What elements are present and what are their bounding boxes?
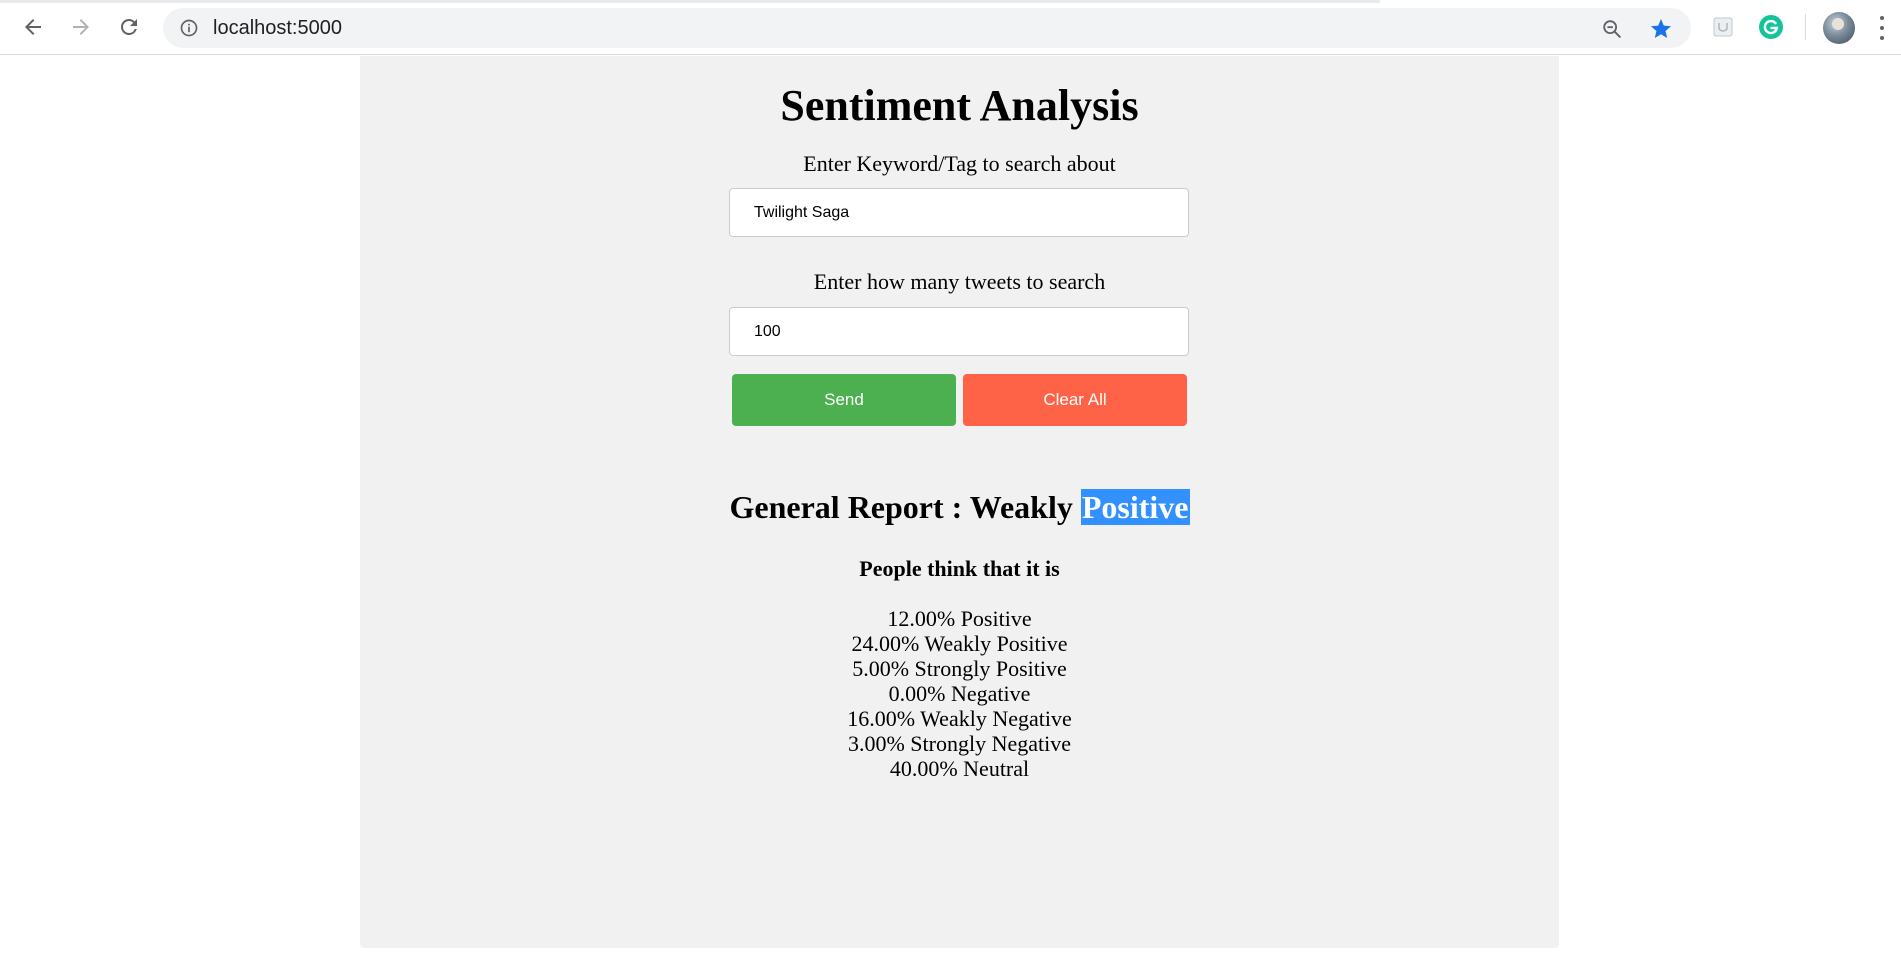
- keyword-label: Enter Keyword/Tag to search about: [803, 151, 1116, 176]
- address-bar[interactable]: localhost:5000: [163, 8, 1691, 48]
- stat-strongly-positive: 5.00% Strongly Positive: [852, 656, 1067, 681]
- general-report-heading: General Report : Weakly Positive: [360, 489, 1559, 526]
- browser-toolbar: localhost:5000: [0, 0, 1901, 55]
- grammarly-icon: [1759, 15, 1783, 39]
- sentiment-stats-list: 12.00% Positive 24.00% Weakly Positive 5…: [360, 606, 1559, 781]
- reload-button[interactable]: [115, 13, 143, 41]
- reload-icon: [121, 19, 137, 35]
- tweet-count-input[interactable]: [729, 307, 1189, 356]
- back-arrow-icon: [25, 19, 41, 35]
- zoom-out-icon[interactable]: [1601, 18, 1623, 40]
- kebab-menu-icon[interactable]: [1877, 16, 1887, 40]
- extension-icon: [1713, 17, 1733, 37]
- people-heading: People think that it is: [859, 556, 1060, 581]
- stat-strongly-negative: 3.00% Strongly Negative: [847, 731, 1072, 756]
- stat-weakly-positive: 24.00% Weakly Positive: [851, 631, 1068, 656]
- tweet-count-label: Enter how many tweets to search: [813, 269, 1106, 294]
- forward-arrow-icon: [73, 19, 89, 35]
- forward-button[interactable]: [67, 13, 95, 41]
- main-panel: Sentiment Analysis Enter Keyword/Tag to …: [360, 56, 1559, 948]
- report-prefix: General Report : Weakly: [729, 489, 1073, 525]
- info-icon[interactable]: [179, 18, 199, 38]
- tab-strip-edge: [0, 0, 1380, 3]
- stat-positive: 12.00% Positive: [887, 606, 1032, 631]
- back-button[interactable]: [19, 13, 47, 41]
- stat-neutral: 40.00% Neutral: [889, 756, 1030, 781]
- url-text[interactable]: localhost:5000: [213, 17, 342, 40]
- grammarly-button[interactable]: [1758, 14, 1784, 40]
- keyword-input[interactable]: [729, 188, 1189, 237]
- report-highlight: Positive: [1080, 489, 1190, 525]
- stat-negative: 0.00% Negative: [888, 681, 1031, 706]
- stat-weakly-negative: 16.00% Weakly Negative: [847, 706, 1072, 731]
- clear-all-button[interactable]: Clear All: [963, 374, 1187, 426]
- send-button[interactable]: Send: [732, 374, 956, 426]
- star-icon[interactable]: [1649, 17, 1673, 41]
- avatar[interactable]: [1823, 12, 1855, 44]
- toolbar-divider: [1805, 14, 1806, 40]
- extension-button[interactable]: [1710, 14, 1736, 40]
- page-title: Sentiment Analysis: [780, 81, 1139, 130]
